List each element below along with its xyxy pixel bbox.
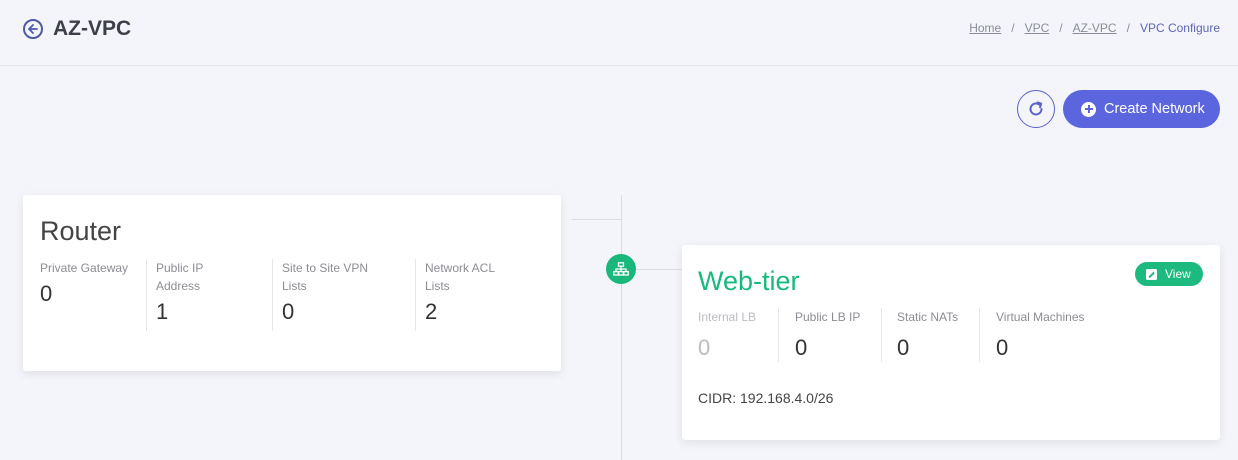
public-ip-address-stat: Public IP Address 1 [146,259,251,331]
create-network-label: Create Network [1104,101,1205,117]
page-header: AZ-VPC Home / VPC / AZ-VPC / VPC Configu… [0,0,1238,66]
connector-line [636,269,684,270]
virtual-machines-stat: Virtual Machines 0 [979,308,1109,362]
router-title: Router [40,216,122,246]
stat-label: Internal LB [698,310,757,324]
static-nats-stat: Static NATs 0 [881,308,979,362]
stat-label: Network ACL Lists [425,261,495,293]
breadcrumb: Home / VPC / AZ-VPC / VPC Configure [969,21,1220,35]
site-to-site-vpn-stat: Site to Site VPN Lists 0 [272,259,397,331]
connector-line [621,195,622,460]
cidr-text: CIDR: 192.168.4.0/26 [698,390,834,406]
breadcrumb-home[interactable]: Home [969,21,1001,35]
refresh-icon [1029,101,1043,116]
stat-label: Virtual Machines [996,310,1085,324]
stat-label: Public LB IP [795,310,861,324]
stat-label: Private Gateway [40,261,129,275]
internal-lb-stat: Internal LB 0 [698,308,778,360]
breadcrumb-current: VPC Configure [1139,21,1220,35]
public-lb-ip-stat: Public LB IP 0 [778,308,878,362]
tier-card: Web-tier View Internal LB 0 Public LB IP… [682,245,1220,440]
stat-value: 0 [282,299,295,324]
stat-value: 1 [156,299,169,324]
connector-line [572,219,622,220]
tier-title[interactable]: Web-tier [698,266,800,297]
stat-value: 2 [425,299,438,324]
stat-value: 0 [698,335,711,360]
router-card: Router Private Gateway 0 Public IP Addre… [23,195,561,371]
plus-circle-icon [1081,101,1096,117]
stat-value: 0 [996,335,1009,360]
breadcrumb-vpc[interactable]: VPC [1025,21,1050,35]
breadcrumb-separator: / [1011,21,1015,35]
back-icon[interactable] [23,19,43,39]
stat-value: 0 [897,335,910,360]
breadcrumb-separator: / [1059,21,1063,35]
stat-value: 0 [40,281,53,306]
view-button[interactable]: View [1135,262,1203,286]
create-network-button[interactable]: Create Network [1063,90,1220,128]
stat-value: 0 [795,335,808,360]
network-icon [606,254,636,284]
stat-label: Static NATs [897,310,959,324]
stat-label: Site to Site VPN Lists [282,261,369,293]
breadcrumb-az-vpc[interactable]: AZ-VPC [1073,21,1117,35]
stat-label: Public IP Address [156,261,204,293]
page-title: AZ-VPC [53,17,132,40]
view-label: View [1165,267,1191,281]
external-link-icon [1146,268,1157,280]
refresh-button[interactable] [1017,90,1055,128]
private-gateway-stat: Private Gateway 0 [40,259,130,306]
breadcrumb-separator: / [1126,21,1130,35]
network-acl-stat: Network ACL Lists 2 [415,259,535,331]
